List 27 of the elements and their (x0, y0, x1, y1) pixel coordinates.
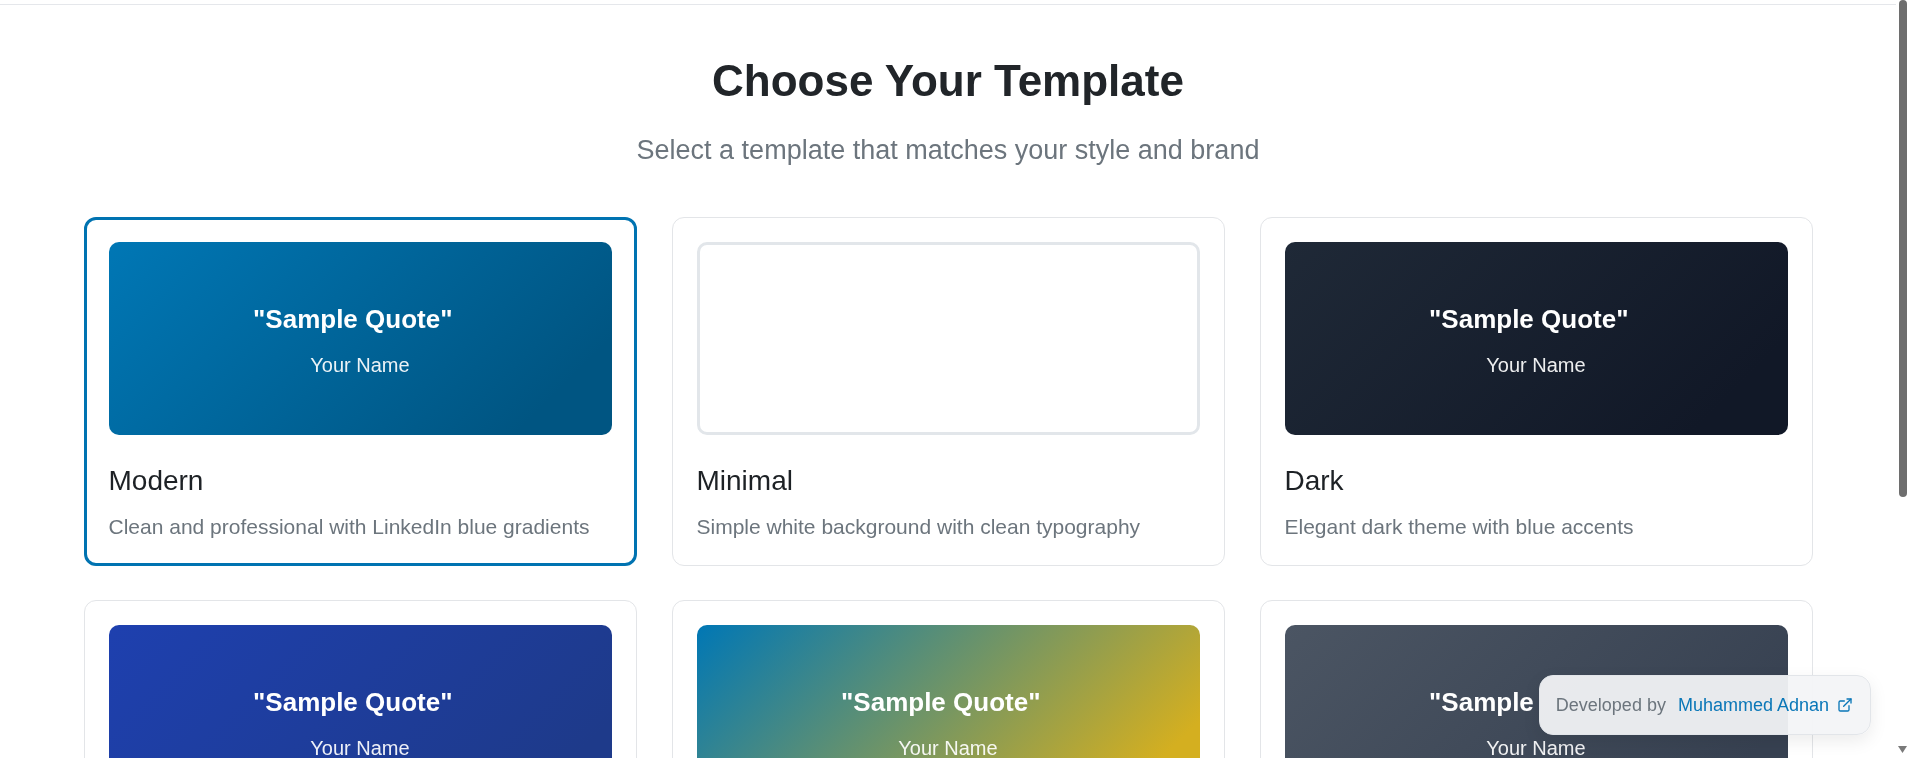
template-card[interactable]: "Sample Quote" Your Name Modern Clean and professional with LinkedIn blue gradients (83, 217, 637, 566)
preview-quote: "Sample Quote" (1429, 302, 1629, 335)
credit-label: Developed by (1555, 694, 1666, 716)
preview-author: Your Name (1486, 354, 1586, 375)
template-description: Elegant dark theme with blue accents (1284, 514, 1635, 540)
template-card[interactable]: "Sample Quote" Your Name (671, 600, 1225, 758)
scroll-down-arrow-icon[interactable] (1898, 746, 1907, 753)
template-card[interactable]: "Sample Quote" Your Name Dark Elegant dark theme with blue accents (1259, 217, 1813, 566)
template-card[interactable]: "Sample Quote" Your Name (83, 600, 637, 758)
preview-author: Your Name (898, 737, 998, 758)
template-description: Simple white background with clean typography (696, 514, 1142, 540)
preview-quote: "Sample Quote" (253, 685, 453, 718)
preview-author: Your Name (310, 737, 410, 758)
template-name: Dark (1284, 464, 1345, 498)
page-title: Choose Your Template (712, 55, 1184, 107)
preview-author: Your Name (1486, 737, 1586, 758)
template-name: Modern (108, 464, 205, 498)
preview-quote: "Sample (1429, 685, 1534, 718)
template-description: Clean and professional with LinkedIn blue gradients (108, 514, 591, 540)
template-name: Minimal (696, 464, 794, 498)
preview-quote: "Sample Quote" (253, 302, 453, 335)
preview-quote: "Sample Quote" (841, 685, 1041, 718)
preview-author: Your Name (310, 354, 410, 375)
template-card[interactable]: Minimal Simple white background with clean typography (671, 217, 1225, 566)
page-subtitle: Select a template that matches your style and brand (636, 134, 1260, 167)
external-link-icon (1837, 697, 1853, 713)
scrollbar-thumb[interactable] (1899, 0, 1907, 497)
